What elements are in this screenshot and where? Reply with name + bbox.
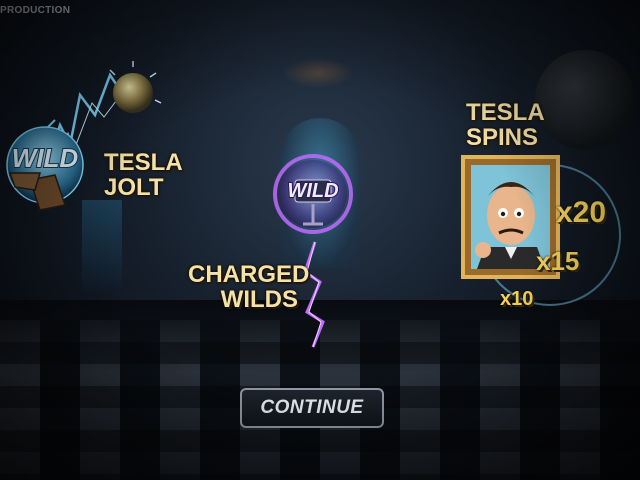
charged-wilds-label: CHARGED WILDS [188, 261, 310, 314]
wild-icon-label: WILD [12, 143, 79, 173]
game-screen: PRODUCTION WILD TESLA JOLT WILD CHARGED … [0, 0, 640, 480]
background-lamp [282, 58, 354, 88]
tesla-portrait-icon [461, 155, 621, 306]
tesla-jolt-label: TESLA JOLT [104, 149, 183, 202]
tesla-spins-label: TESLA SPINS [466, 99, 545, 152]
multiplier-x15: x15 [536, 246, 580, 276]
multiplier-x20: x20 [556, 196, 607, 229]
studio-label: PRODUCTION [0, 5, 71, 16]
background-globe [535, 50, 635, 150]
multiplier-x10: x10 [500, 288, 534, 310]
charged-wild-icon: WILD [273, 154, 353, 348]
continue-button[interactable]: CONTINUE [240, 388, 384, 428]
continue-label: CONTINUE [260, 397, 364, 418]
wild-icon-label: WILD [287, 180, 338, 202]
